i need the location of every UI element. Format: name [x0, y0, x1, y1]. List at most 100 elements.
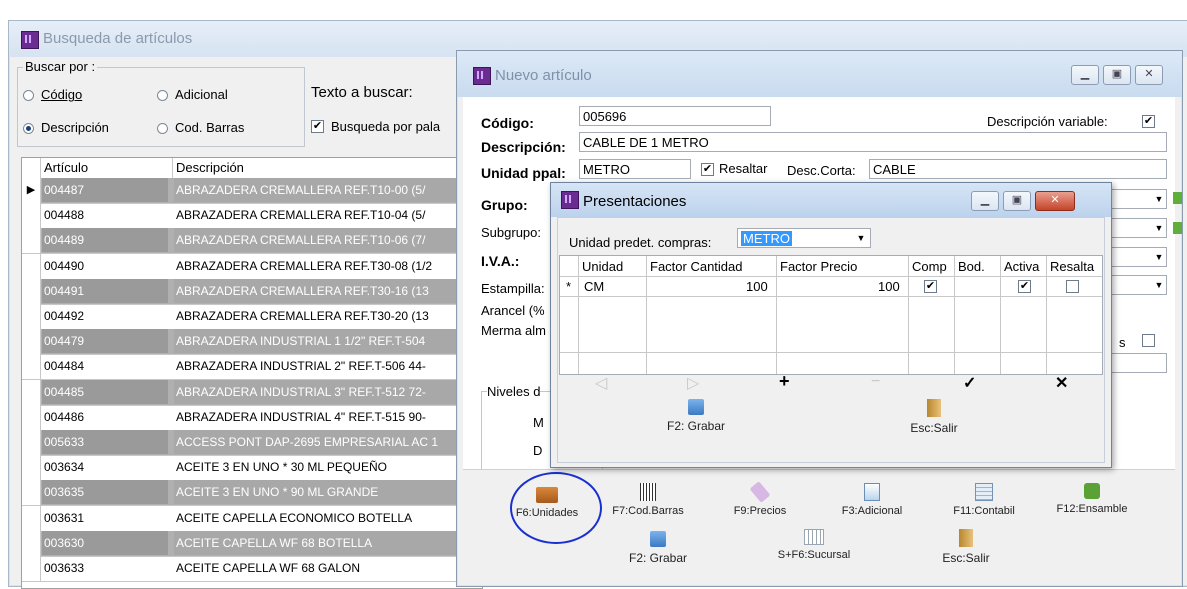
precios-button[interactable]: F9:Precios: [715, 481, 805, 517]
table-row[interactable]: 004491 ABRAZADERA CREMALLERA REF.T30-16 (…: [22, 278, 482, 305]
pres-grabar-button[interactable]: F2: Grabar: [651, 399, 741, 433]
row-comp-checkbox[interactable]: ✔: [924, 280, 937, 293]
radio-cod-barras-label[interactable]: Cod. Barras: [175, 120, 244, 135]
col-unidad[interactable]: Unidad: [582, 259, 623, 274]
save-icon: [650, 531, 666, 547]
card-icon: [864, 483, 880, 501]
table-row[interactable]: 004489 ABRAZADERA CREMALLERA REF.T10-06 (…: [22, 228, 482, 255]
ensamble-button[interactable]: F12:Ensamble: [1047, 483, 1137, 515]
desc-variable-checkbox[interactable]: ✔: [1142, 115, 1155, 128]
unidad-compras-select[interactable]: METRO: [737, 228, 871, 248]
row-marker: [22, 404, 41, 430]
row-code: 004491: [42, 278, 168, 303]
row-factor-cantidad[interactable]: 100: [746, 279, 768, 294]
pres-grabar-label: F2: Grabar: [666, 419, 726, 433]
save-icon: [688, 399, 704, 415]
table-row[interactable]: 003635 ACEITE 3 EN UNO * 90 ML GRANDE: [22, 480, 482, 507]
table-row[interactable]: ▶ 004487 ABRAZADERA CREMALLERA REF.T10-00 …: [22, 178, 482, 204]
nav-prev-icon[interactable]: ◁: [595, 373, 607, 393]
col-resalta[interactable]: Resalta: [1050, 259, 1094, 274]
descripcion-input[interactable]: CABLE DE 1 METRO: [579, 132, 1167, 152]
radio-descripcion-label[interactable]: Descripción: [41, 120, 109, 135]
table-row[interactable]: 004490 ABRAZADERA CREMALLERA REF.T30-08 (…: [22, 253, 482, 280]
radio-codigo-label[interactable]: Código: [41, 87, 82, 102]
row-marker: [22, 304, 41, 329]
radio-adicional-label[interactable]: Adicional: [175, 87, 228, 102]
subgrupo-go-icon[interactable]: [1173, 222, 1182, 234]
row-resalta-checkbox[interactable]: [1066, 280, 1079, 293]
grupo-dropdown-icon[interactable]: ▼: [1151, 190, 1167, 208]
grabar-label: F2: Grabar: [628, 551, 688, 565]
minimize-button[interactable]: ▁: [1071, 65, 1099, 85]
resaltar-checkbox[interactable]: ✔: [701, 163, 714, 176]
price-tag-icon: [749, 481, 771, 503]
radio-codigo[interactable]: [23, 90, 34, 101]
grid-corner: [22, 158, 41, 178]
row-factor-precio[interactable]: 100: [878, 279, 900, 294]
table-row[interactable]: 004486 ABRAZADERA INDUSTRIAL 4" REF.T-515…: [22, 404, 482, 431]
precios-label: F9:Precios: [733, 505, 787, 517]
iva-dropdown-icon[interactable]: ▼: [1151, 248, 1167, 266]
table-row[interactable]: 004479 ABRAZADERA INDUSTRIAL 1 1/2" REF.T…: [22, 329, 482, 356]
niveles-label: Niveles d: [487, 384, 541, 399]
grabar-button[interactable]: F2: Grabar: [613, 531, 703, 565]
extra-checkbox[interactable]: [1142, 334, 1155, 347]
adicional-label: F3:Adicional: [841, 505, 903, 517]
table-row[interactable]: 003631 ACEITE CAPELLA ECONOMICO BOTELLA: [22, 505, 482, 532]
grupo-go-icon[interactable]: [1173, 192, 1182, 204]
radio-adicional[interactable]: [157, 90, 168, 101]
nav-add-icon[interactable]: +: [779, 371, 790, 392]
row-unidad[interactable]: CM: [584, 279, 604, 294]
contabil-button[interactable]: F11:Contabil: [939, 483, 1029, 517]
col-factor-cantidad[interactable]: Factor Cantidad: [650, 259, 743, 274]
nav-next-icon[interactable]: ▷: [687, 373, 699, 393]
col-factor-precio[interactable]: Factor Precio: [780, 259, 857, 274]
row-activa-checkbox[interactable]: ✔: [1018, 280, 1031, 293]
table-row[interactable]: 004492 ABRAZADERA CREMALLERA REF.T30-20 (…: [22, 304, 482, 330]
close-button[interactable]: ✕: [1035, 191, 1075, 211]
close-button[interactable]: ✕: [1135, 65, 1163, 85]
nav-cancel-icon[interactable]: ✕: [1055, 373, 1068, 393]
sucursal-button[interactable]: S+F6:Sucursal: [759, 529, 869, 561]
col-articulo-header[interactable]: Artículo: [44, 160, 88, 175]
unidad-compras-dropdown-icon[interactable]: ▼: [853, 229, 869, 247]
cod-barras-button[interactable]: F7:Cod.Barras: [603, 483, 693, 517]
row-code: 003634: [44, 460, 85, 475]
busqueda-palabra-label[interactable]: Busqueda por pala: [331, 119, 440, 134]
adicional-button[interactable]: F3:Adicional: [827, 483, 917, 517]
salir-button[interactable]: Esc:Salir: [921, 529, 1011, 565]
presentaciones-grid[interactable]: Unidad Factor Cantidad Factor Precio Com…: [559, 255, 1103, 375]
table-row[interactable]: 004484 ABRAZADERA INDUSTRIAL 2" REF.T-506…: [22, 354, 482, 381]
maximize-button[interactable]: ▣: [1003, 191, 1031, 211]
nav-delete-icon[interactable]: −: [871, 373, 880, 391]
row-marker: [22, 455, 41, 481]
articulos-grid[interactable]: Artículo Descripción ▶ 004487 ABRAZADERA C…: [21, 157, 483, 589]
pres-row[interactable]: * CM 100 100 ✔ ✔: [560, 276, 1102, 297]
table-row[interactable]: 003633 ACEITE CAPELLA WF 68 GALON: [22, 556, 482, 582]
table-row[interactable]: 003630 ACEITE CAPELLA WF 68 BOTELLA: [22, 530, 482, 557]
col-activa[interactable]: Activa: [1004, 259, 1039, 274]
estampilla-label: Estampilla:: [481, 281, 545, 296]
table-row[interactable]: 003634 ACEITE 3 EN UNO * 30 ML PEQUEÑO: [22, 455, 482, 482]
app-logo-icon: [473, 67, 491, 85]
subgrupo-dropdown-icon[interactable]: ▼: [1151, 219, 1167, 237]
table-row[interactable]: 004488 ABRAZADERA CREMALLERA REF.T10-04 (…: [22, 203, 482, 230]
table-row[interactable]: 005633 ACCESS PONT DAP-2695 EMPRESARIAL A…: [22, 430, 482, 456]
maximize-button[interactable]: ▣: [1103, 65, 1131, 85]
pres-salir-label: Esc:Salir: [910, 421, 958, 435]
desc-corta-input[interactable]: CABLE: [869, 159, 1167, 179]
codigo-input[interactable]: 005696: [579, 106, 771, 126]
col-comp[interactable]: Comp: [912, 259, 947, 274]
radio-descripcion[interactable]: [23, 123, 34, 134]
minimize-button[interactable]: ▁: [971, 191, 999, 211]
busqueda-palabra-checkbox[interactable]: ✔: [311, 120, 324, 133]
radio-cod-barras[interactable]: [157, 123, 168, 134]
nav-post-icon[interactable]: ✓: [963, 373, 976, 393]
pres-salir-button[interactable]: Esc:Salir: [889, 399, 979, 435]
col-descripcion-header[interactable]: Descripción: [176, 160, 244, 175]
unidad-input[interactable]: METRO: [579, 159, 691, 179]
col-bod[interactable]: Bod.: [958, 259, 985, 274]
table-row[interactable]: 004485 ABRAZADERA INDUSTRIAL 3" REF.T-512…: [22, 379, 482, 406]
estampilla-dropdown-icon[interactable]: ▼: [1151, 276, 1167, 294]
contabil-label: F11:Contabil: [953, 505, 1015, 517]
